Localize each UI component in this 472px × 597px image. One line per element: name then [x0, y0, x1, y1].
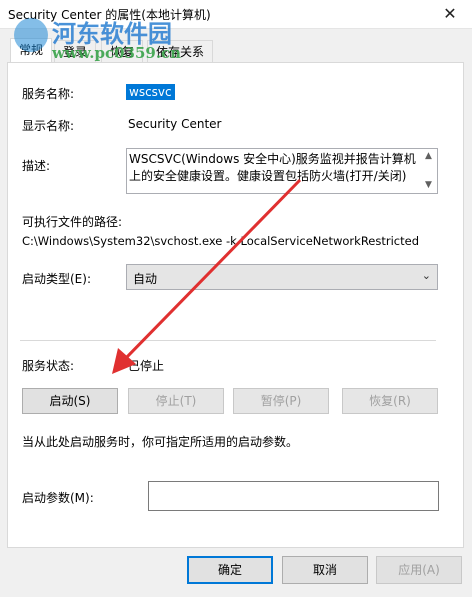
- general-panel: [7, 62, 464, 548]
- startup-type-select[interactable]: 自动 ⌄: [126, 264, 438, 290]
- description-scrollbar[interactable]: ▲ ▼: [422, 149, 437, 193]
- exe-path-label: 可执行文件的路径:: [22, 215, 123, 229]
- close-icon[interactable]: ✕: [428, 0, 472, 28]
- start-params-label: 启动参数(M):: [22, 491, 94, 505]
- pause-button[interactable]: 暂停(P): [233, 388, 329, 414]
- watermark-logo: [14, 18, 48, 52]
- scroll-up-icon[interactable]: ▲: [425, 151, 432, 161]
- start-params-input[interactable]: [148, 481, 439, 511]
- start-button[interactable]: 启动(S): [22, 388, 118, 414]
- resume-button[interactable]: 恢复(R): [342, 388, 438, 414]
- stop-button[interactable]: 停止(T): [128, 388, 224, 414]
- startup-type-value: 自动: [133, 272, 158, 286]
- watermark-url: www.pc0359.cn: [52, 44, 182, 62]
- chevron-down-icon: ⌄: [421, 269, 431, 282]
- service-status-label: 服务状态:: [22, 359, 75, 373]
- description-textbox[interactable]: WSCSVC(Windows 安全中心)服务监视并报告计算机上的安全健康设置。健…: [126, 148, 438, 194]
- ok-button[interactable]: 确定: [187, 556, 273, 584]
- description-label: 描述:: [22, 159, 51, 173]
- exe-path-value[interactable]: C:\Windows\System32\svchost.exe -k Local…: [22, 234, 419, 248]
- service-status-value: 已停止: [128, 359, 165, 373]
- service-name-label: 服务名称:: [22, 87, 75, 101]
- cancel-button[interactable]: 取消: [282, 556, 368, 584]
- display-name-label: 显示名称:: [22, 119, 75, 133]
- start-params-hint: 当从此处启动服务时，你可指定所适用的启动参数。: [22, 435, 299, 449]
- separator: [20, 340, 436, 341]
- service-name-value[interactable]: wscsvc: [126, 84, 175, 100]
- scroll-down-icon[interactable]: ▼: [425, 180, 432, 190]
- display-name-value[interactable]: Security Center: [128, 117, 221, 131]
- apply-button[interactable]: 应用(A): [376, 556, 462, 584]
- startup-type-label: 启动类型(E):: [22, 272, 91, 286]
